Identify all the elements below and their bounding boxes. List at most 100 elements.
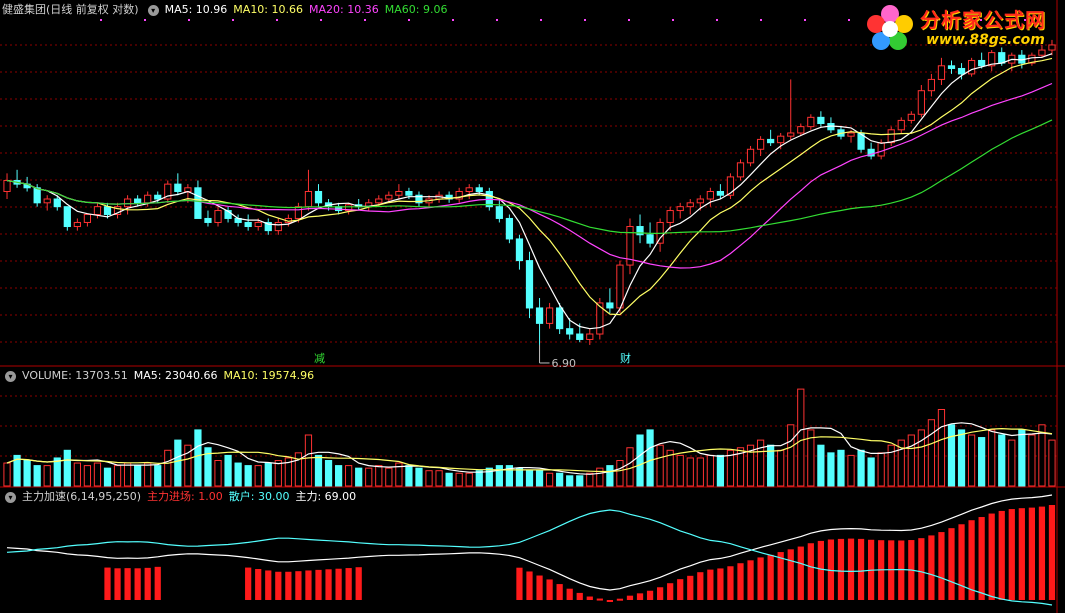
indicator-red-bar	[636, 593, 644, 600]
indicator-red-bar	[918, 538, 925, 600]
indicator-red-bar	[958, 524, 965, 600]
indicator-red-bar	[777, 552, 784, 600]
volume-bar	[264, 462, 272, 487]
volume-bar	[515, 467, 524, 487]
candle-down	[405, 190, 413, 196]
candle-up	[807, 116, 815, 128]
indicator-red-bar	[948, 528, 955, 600]
candle-up	[847, 132, 855, 137]
volume-bar	[304, 434, 313, 487]
indicator-red-bar	[998, 510, 1005, 600]
volume-bar	[375, 465, 383, 487]
candle-down	[646, 234, 654, 244]
signal-dot	[584, 19, 586, 21]
candle-up	[123, 198, 132, 208]
indicator-red-bar	[275, 571, 282, 600]
candle-down	[103, 206, 112, 215]
candle-down	[244, 221, 252, 228]
candle-down	[998, 52, 1006, 64]
volume-bar	[23, 460, 31, 487]
retail-value: 散户: 30.00	[228, 490, 290, 503]
candle-down	[63, 206, 71, 228]
volume-settings-icon[interactable]: ▾	[5, 370, 16, 382]
volume-ma5-value: MA5: 23040.66	[133, 369, 218, 382]
indicator-red-bar	[857, 538, 865, 600]
indicator-red-bar	[285, 571, 292, 600]
indicator-red-bar	[305, 570, 312, 600]
indicator-red-bar	[1018, 508, 1025, 600]
indicator-header: ▾ 主力加速(6,14,95,250) 主力进场: 1.00 散户: 30.00 主力:…	[2, 489, 362, 505]
ma10-value: MA10: 10.66	[233, 3, 304, 16]
logo-title: 分析家公式网	[920, 8, 1046, 32]
volume-bar	[113, 465, 122, 487]
candle-up	[736, 162, 745, 178]
signal-dot	[540, 19, 542, 21]
volume-bar	[194, 429, 202, 487]
volume-bar	[998, 434, 1006, 487]
candle-down	[475, 187, 483, 192]
candle-down	[33, 187, 41, 204]
indicator-red-bar	[737, 563, 744, 600]
candle-up	[787, 132, 795, 137]
indicator-red-bar	[847, 538, 855, 600]
volume-value: VOLUME: 13703.51	[22, 369, 128, 382]
indicator-red-bar	[787, 549, 794, 600]
candle-down	[495, 206, 503, 219]
volume-bar	[174, 439, 182, 487]
candle-up	[73, 221, 81, 228]
candle-up	[465, 187, 473, 192]
volume-bar	[465, 472, 473, 487]
indicator-red-bar	[817, 540, 824, 600]
signal-dot	[364, 19, 366, 21]
candle-up	[294, 206, 303, 219]
signal-dot	[320, 19, 322, 21]
volume-bar	[33, 465, 41, 487]
indicator-name: 主力加速(6,14,95,250)	[22, 490, 142, 503]
volume-ma-lines	[6, 422, 1053, 475]
candle-up	[83, 213, 92, 223]
indicator-settings-icon[interactable]: ▾	[5, 491, 16, 503]
volume-bar	[1038, 424, 1046, 487]
indicator-red-bar	[727, 566, 734, 600]
signal-dot	[144, 19, 146, 21]
settings-icon[interactable]: ▾	[147, 4, 159, 16]
candle-up	[937, 65, 946, 80]
indicator-red-bar	[938, 532, 945, 600]
indicator-red-bar	[124, 568, 131, 600]
volume-bar	[294, 452, 303, 487]
volume-bar	[73, 462, 81, 487]
signal-dot	[804, 19, 806, 21]
signal-dot	[188, 19, 190, 21]
indicator-red-bar	[255, 569, 262, 600]
volume-bar	[385, 467, 393, 487]
volume-header: ▾ VOLUME: 13703.51 MA5: 23040.66 MA10: 1957…	[2, 368, 320, 384]
volume-ma10-line	[6, 427, 1053, 473]
indicator-red-bar	[556, 584, 563, 600]
candle-down	[606, 302, 614, 309]
indicator-red-bar	[576, 592, 583, 600]
volume-bar	[455, 472, 463, 487]
signal-dot	[276, 19, 278, 21]
volume-bar	[324, 460, 333, 487]
volume-bar	[586, 472, 594, 487]
indicator-red-bar	[657, 587, 664, 600]
candle-up	[887, 129, 895, 144]
volume-bar	[334, 465, 343, 487]
candle-up	[375, 198, 383, 204]
volume-ma10-value: MA10: 19574.96	[223, 369, 315, 382]
volume-bar	[1008, 439, 1016, 487]
volume-bar	[274, 460, 282, 487]
signal-dot	[628, 19, 630, 21]
candle-up	[304, 190, 313, 208]
indicator-red-bar	[898, 540, 905, 600]
candle-down	[194, 187, 202, 219]
indicator-red-bar	[516, 567, 523, 600]
volume-bar	[525, 470, 534, 487]
candle-up	[777, 135, 785, 144]
volume-bar	[545, 472, 554, 487]
entry-value: 主力进场: 1.00	[147, 490, 223, 503]
volume-bar	[626, 447, 634, 487]
marker-jian: 减	[314, 352, 325, 365]
volume-bar	[83, 465, 92, 487]
indicator-red-bar	[355, 567, 362, 600]
